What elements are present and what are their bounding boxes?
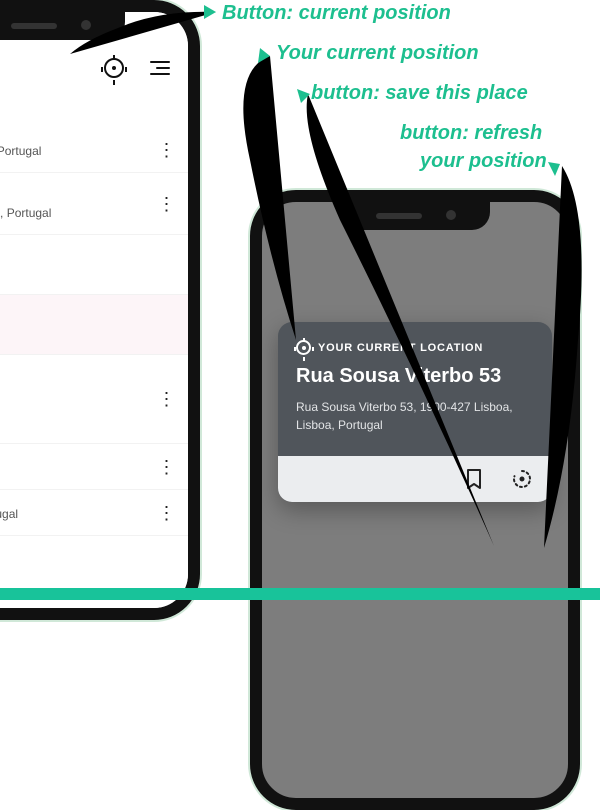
left-phone: VED ved sbon, Lisbon, Portugal ⋮ 67 Arco… [0,0,200,620]
list-item[interactable]: ⋮ [0,355,188,444]
annotation-current-position: Your current position [276,42,479,65]
list-item[interactable] [0,295,188,355]
card-eyebrow: YOUR CURRENT LOCATION [296,340,534,355]
list-item-address: 7 Arcos, Évora, Portugal [0,206,154,220]
right-phone: YOUR CURRENT LOCATION Rua Sousa Viterbo … [250,190,580,810]
annotation-refresh-button-1: button: refresh [400,122,542,145]
annotation-save-place-button: button: save this place [311,82,528,105]
refresh-icon [511,468,533,490]
menu-button[interactable] [146,54,174,82]
card-action-bar [278,456,552,502]
row-menu-button[interactable]: ⋮ [154,396,178,402]
crosshair-icon [296,340,311,355]
eyebrow-text: YOUR CURRENT LOCATION [318,342,483,354]
current-position-button[interactable] [100,54,128,82]
bottom-accent-bar [0,588,600,600]
current-location-card: YOUR CURRENT LOCATION Rua Sousa Viterbo … [278,322,552,502]
list-item[interactable] [0,235,188,295]
list-item-address: 3, Portugal [0,461,154,475]
list-item-address: sbon, Lisbon, Portugal [0,144,154,158]
refresh-position-button[interactable] [508,465,536,493]
menu-icon [150,61,170,75]
list-item-address: a, Évora, Portugal [0,507,154,521]
location-title: Rua Sousa Viterbo 53 [296,365,534,388]
row-menu-button[interactable]: ⋮ [154,510,178,516]
crosshair-icon [104,58,124,78]
notch [0,12,125,40]
save-place-button[interactable] [460,465,488,493]
row-menu-button[interactable]: ⋮ [154,147,178,153]
notch [340,202,490,230]
row-menu-button[interactable]: ⋮ [154,464,178,470]
annotation-current-position-button: Button: current position [222,2,451,25]
bookmark-icon [465,468,483,490]
row-menu-button[interactable]: ⋮ [154,201,178,207]
location-address: Rua Sousa Viterbo 53, 1900-427 Lisboa, L… [296,398,534,434]
list-item[interactable]: 3, Portugal ⋮ [0,444,188,490]
list-item[interactable]: sbon, Lisbon, Portugal ⋮ [0,127,188,173]
list-item[interactable]: a, Évora, Portugal ⋮ [0,490,188,536]
list-item[interactable]: 67 Arcos, Évora, Portugal ⋮ [0,173,188,235]
annotation-refresh-button-2: your position [420,150,547,173]
app-header: VED [0,46,188,90]
